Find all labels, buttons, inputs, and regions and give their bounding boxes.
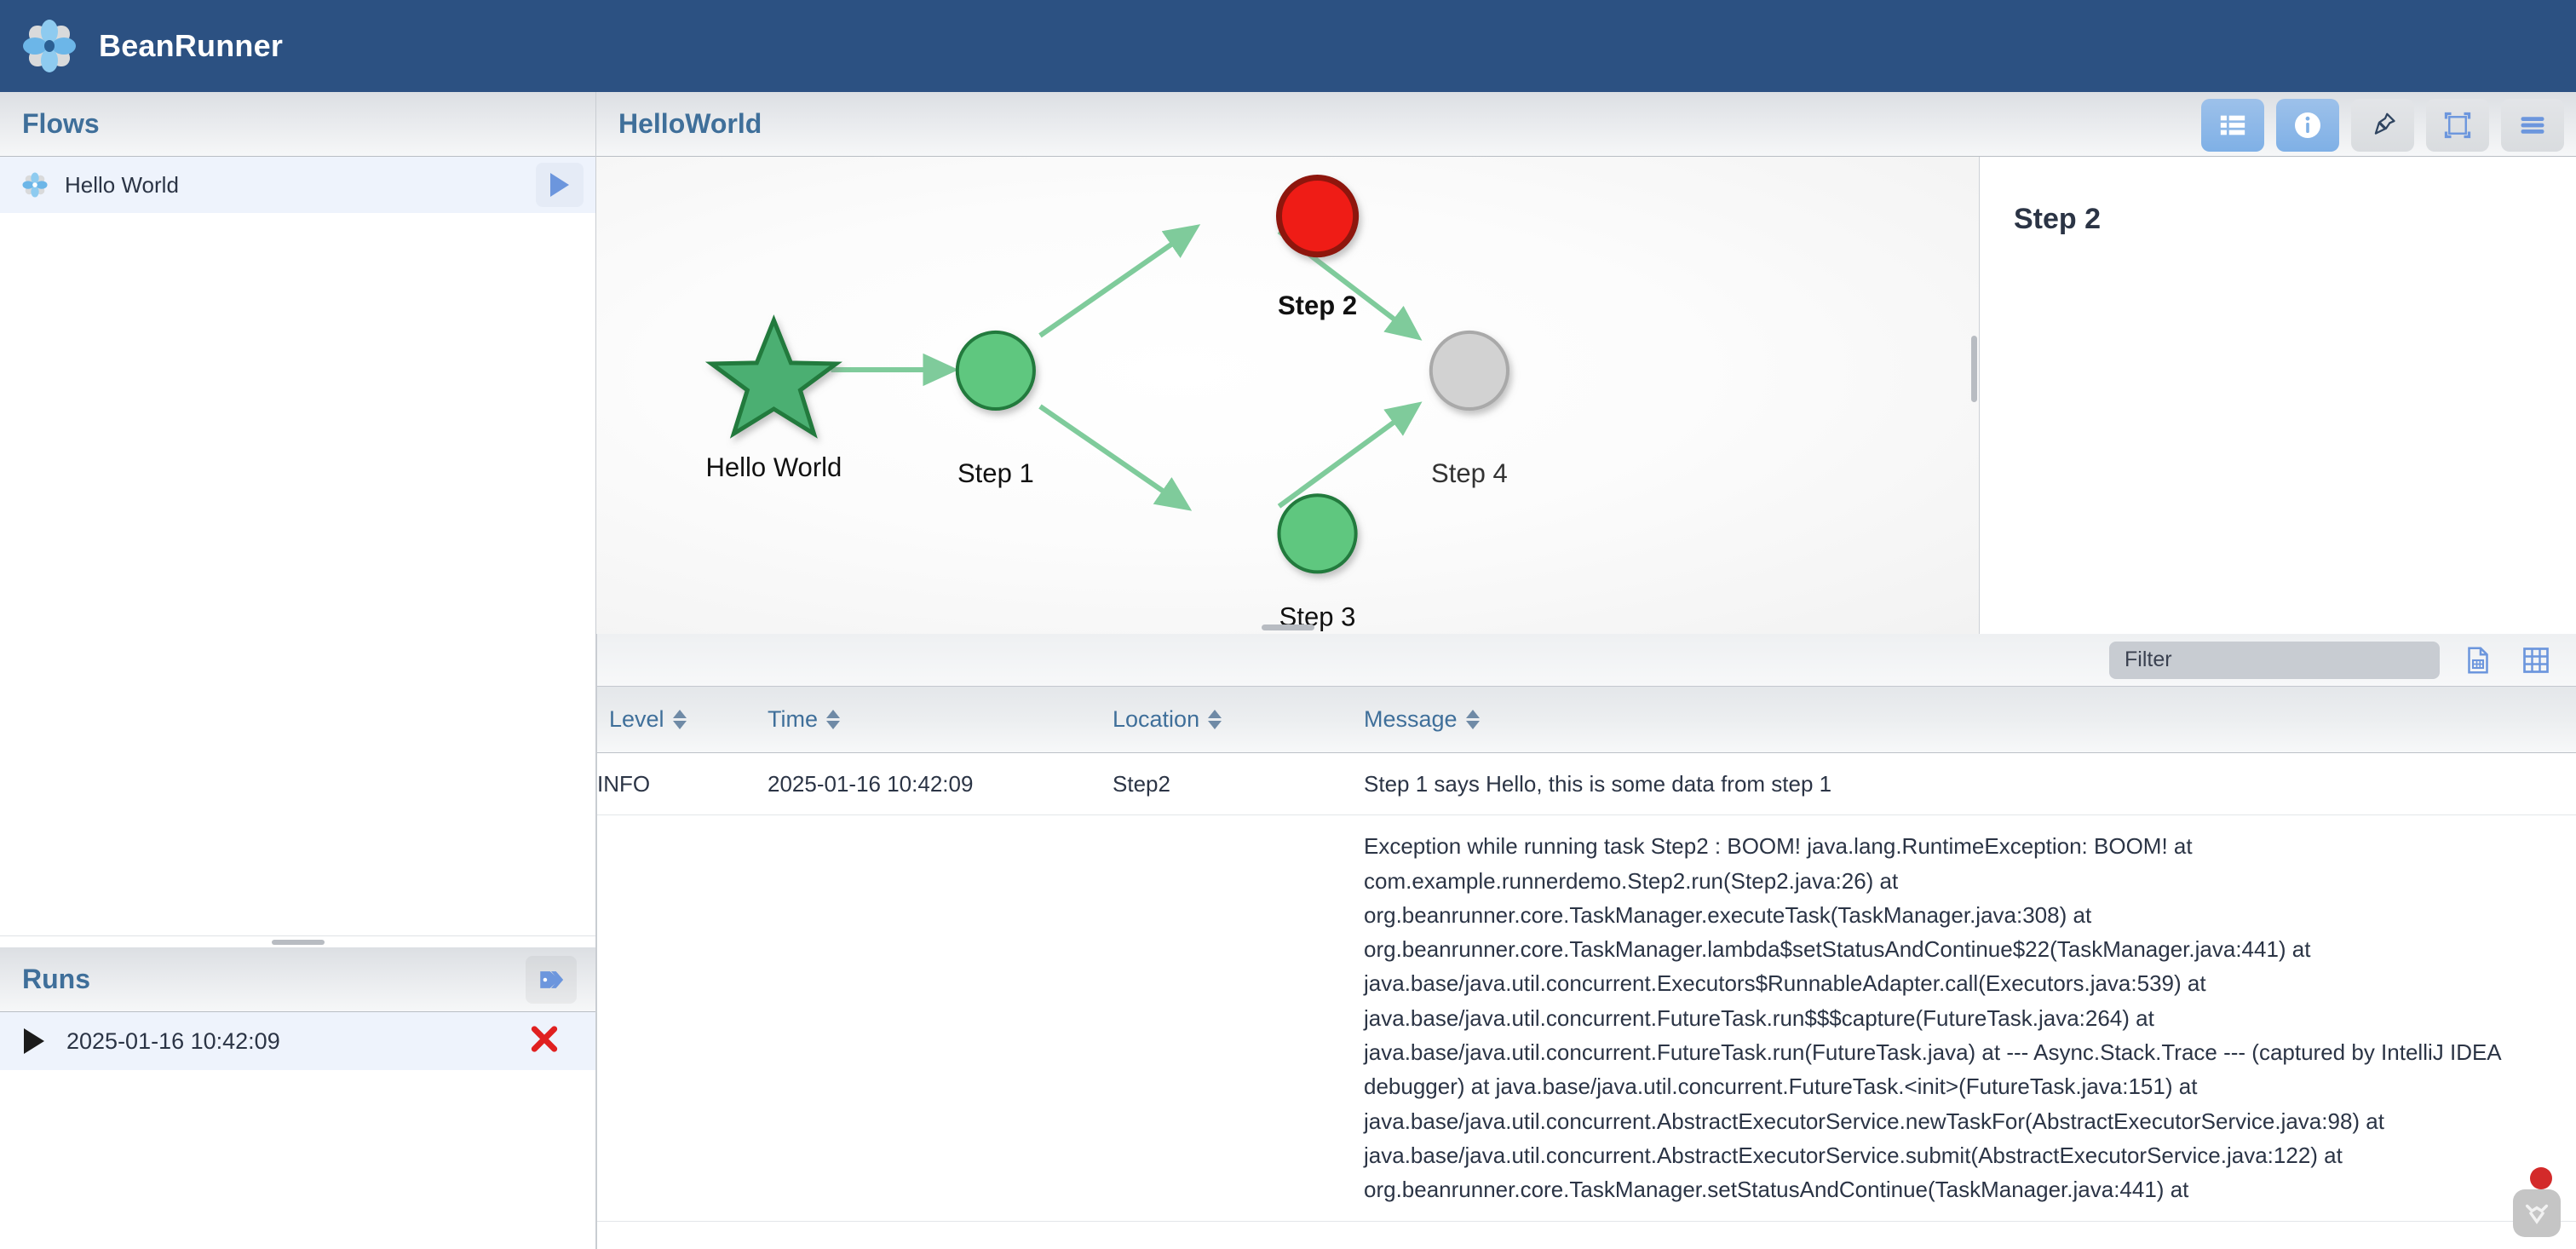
close-x-icon — [531, 1026, 558, 1052]
graph-node-step3[interactable] — [1277, 493, 1358, 574]
canvas-horizontal-scrollbar[interactable] — [1261, 624, 1314, 630]
graph-node-label-start: Hello World — [705, 452, 842, 482]
cell-level: INFO — [597, 771, 651, 797]
list-view-button[interactable] — [2201, 99, 2264, 152]
column-header-level[interactable]: Level — [597, 706, 768, 733]
collapse-logs-button[interactable] — [2513, 1167, 2561, 1237]
info-button[interactable] — [2276, 99, 2339, 152]
graph-node-step4[interactable] — [1429, 330, 1509, 412]
detail-panel-title: Step 2 — [2014, 203, 2102, 235]
menu-button[interactable] — [2501, 99, 2564, 152]
graph-node-label-step4: Step 4 — [1431, 458, 1508, 488]
cell-time: 2025-01-16 10:42:09 — [768, 771, 974, 797]
splitter-grip — [271, 939, 325, 945]
main-toolbar — [2201, 99, 2564, 152]
list-icon — [2220, 115, 2245, 135]
grid-table-icon — [2523, 647, 2549, 673]
delete-run-button[interactable] — [527, 1022, 561, 1061]
graph-and-detail: Hello World Step 1 Step 2 Step 3 Step 4 … — [596, 157, 2576, 634]
flows-panel-title: Flows — [22, 108, 100, 139]
tag-icon — [540, 971, 564, 988]
cell-time — [768, 815, 1113, 1220]
export-document-icon — [2468, 646, 2488, 674]
edge-step3-step4 — [1277, 401, 1423, 509]
grid-table-button[interactable] — [2516, 641, 2556, 680]
detail-panel: Step 2 — [1980, 157, 2576, 634]
collapse-down-icon — [2525, 1204, 2549, 1224]
graph-node-label-step2: Step 2 — [1278, 291, 1357, 320]
app-header: BeanRunner — [0, 0, 2576, 92]
column-header-message[interactable]: Message — [1364, 706, 2576, 733]
notification-badge — [2530, 1167, 2552, 1189]
pin-button[interactable] — [2351, 99, 2414, 152]
graph-node-label-step1: Step 1 — [957, 458, 1034, 488]
page-title: HelloWorld — [618, 108, 762, 139]
runs-panel-header: Runs — [0, 947, 595, 1012]
sort-icon[interactable] — [1208, 710, 1222, 729]
flows-panel-header: Flows — [0, 92, 595, 157]
run-flow-button[interactable] — [536, 163, 584, 207]
app-title: BeanRunner — [99, 28, 284, 63]
canvas-vertical-scrollbar[interactable] — [1971, 336, 1977, 402]
flow-list-item-label: Hello World — [65, 171, 179, 198]
table-row[interactable]: Exception while running task Step2 : BOO… — [597, 815, 2576, 1222]
log-panel: Level Time Location Message — [596, 634, 2576, 1249]
graph-node-step2[interactable] — [1275, 175, 1360, 258]
flows-list: Hello World — [0, 157, 595, 935]
flow-graph-svg: Hello World Step 1 Step 2 Step 3 Step 4 — [704, 175, 1509, 632]
edge-step1-step2 — [1038, 224, 1201, 338]
cell-level — [597, 815, 768, 1220]
filter-input[interactable] — [2109, 641, 2440, 679]
runs-list: 2025-01-16 10:42:09 — [0, 1012, 595, 1249]
flow-list-item-hello-world[interactable]: Hello World — [0, 157, 595, 213]
column-header-location[interactable]: Location — [1113, 706, 1364, 733]
info-icon — [2295, 112, 2320, 138]
runs-tag-button[interactable] — [526, 956, 577, 1004]
edge-step1-step3 — [1038, 404, 1193, 511]
column-header-time-label: Time — [768, 706, 818, 732]
app-body: Flows Hello World Runs 2025-01-16 10:42:… — [0, 92, 2576, 1249]
cell-location: Step2 — [1113, 771, 1170, 797]
play-icon — [550, 173, 569, 197]
fit-to-screen-button[interactable] — [2426, 99, 2489, 152]
log-filter-bar — [597, 634, 2576, 687]
pin-icon — [2374, 112, 2395, 135]
main-header: HelloWorld — [596, 92, 2576, 157]
cell-location — [1113, 815, 1364, 1220]
graph-node-start[interactable] — [704, 314, 842, 439]
left-sidebar: Flows Hello World Runs 2025-01-16 10:42:… — [0, 92, 596, 1249]
graph-node-step1[interactable] — [955, 330, 1036, 412]
cell-message: Exception while running task Step2 : BOO… — [1364, 833, 2501, 1203]
expand-run-icon[interactable] — [24, 1028, 44, 1054]
table-row[interactable]: INFO 2025-01-16 10:42:09 Step2 Step 1 sa… — [597, 753, 2576, 816]
flow-graph-canvas[interactable]: Hello World Step 1 Step 2 Step 3 Step 4 — [596, 157, 1980, 634]
panel-splitter-handle[interactable] — [0, 935, 595, 947]
column-header-message-label: Message — [1364, 706, 1458, 732]
sort-icon[interactable] — [672, 710, 687, 729]
runs-panel-title: Runs — [22, 964, 90, 994]
export-document-button[interactable] — [2458, 641, 2498, 680]
main-area: HelloWorld Hello World Step 1 Step 2 Ste… — [596, 92, 2576, 1249]
column-header-time[interactable]: Time — [768, 706, 1113, 733]
flower-logo-icon — [22, 19, 77, 73]
log-table-header: Level Time Location Message — [597, 687, 2576, 753]
flower-icon — [22, 172, 48, 198]
cell-message: Step 1 says Hello, this is some data fro… — [1364, 771, 1832, 797]
hamburger-icon — [2521, 117, 2544, 134]
column-header-level-label: Level — [609, 706, 664, 732]
frame-icon — [2444, 112, 2471, 139]
run-list-item[interactable]: 2025-01-16 10:42:09 — [0, 1012, 595, 1070]
application-root: BeanRunner Flows Hello World Runs 2025-0… — [0, 0, 2576, 1249]
sort-icon[interactable] — [1465, 710, 1480, 729]
sort-icon[interactable] — [826, 710, 840, 729]
column-header-location-label: Location — [1113, 706, 1200, 732]
run-timestamp: 2025-01-16 10:42:09 — [66, 1027, 280, 1054]
graph-edges — [831, 224, 1423, 511]
